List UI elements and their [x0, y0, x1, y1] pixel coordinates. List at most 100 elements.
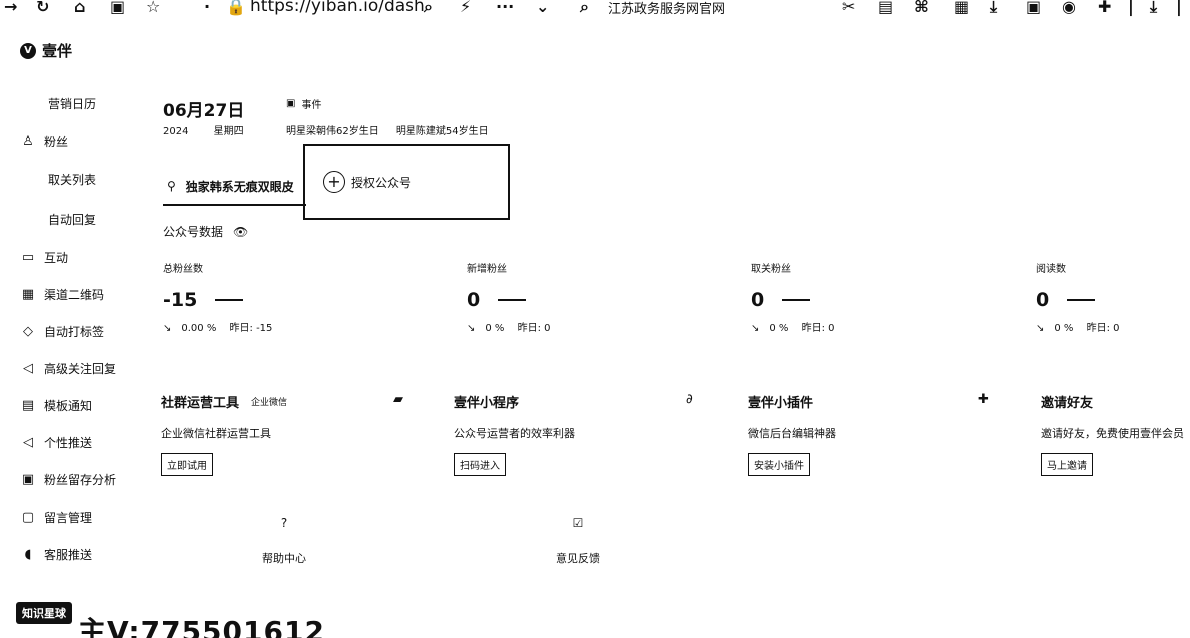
sidebar-item-advanced-reply[interactable]: ◁ 高级关注回复	[0, 353, 116, 383]
shield-icon[interactable]: ◉	[1062, 0, 1076, 16]
sidebar-item-retention-analysis[interactable]: ▣ 粉丝留存分析	[0, 464, 116, 494]
sidebar-item-label: 自动回复	[48, 212, 97, 227]
lock-icon[interactable]: 🔒	[226, 0, 246, 16]
sidebar-item-template-notice[interactable]: ▤ 模板通知	[0, 390, 92, 420]
scissors-icon[interactable]: ✂	[842, 0, 855, 16]
tool-community: 社群运营工具 企业微信 ▰ 企业微信社群运营工具 立即试用	[161, 392, 411, 476]
screenshot-icon[interactable]: ▣	[1026, 0, 1041, 16]
event-item[interactable]: 明星梁朝伟62岁生日	[286, 126, 379, 137]
stat-value-text: -15	[163, 289, 198, 311]
trend-line	[782, 299, 811, 301]
stat-label: 总粉丝数	[163, 264, 203, 275]
trend-line	[215, 299, 244, 301]
trend-line	[498, 299, 527, 301]
help-center-link[interactable]: ? 帮助中心	[262, 516, 306, 566]
stat-value-text: 0	[751, 289, 765, 311]
watermark: 知识星球 主V:775501612	[16, 602, 325, 638]
star-icon[interactable]: ☆	[146, 0, 160, 16]
tool-invite: 邀请好友 邀请好友，免费使用壹伴会员 马上邀请	[1041, 392, 1190, 476]
tool-desc: 邀请好友，免费使用壹伴会员	[1041, 427, 1184, 440]
stat-value: 0	[467, 289, 707, 311]
reader-icon[interactable]: ▤	[878, 0, 893, 16]
sidebar-item-auto-tag[interactable]: ◇ 自动打标签	[0, 316, 104, 346]
lightning-icon[interactable]: ⚡	[460, 0, 471, 16]
events-header: ▣ 事件	[286, 96, 321, 111]
invite-now-button[interactable]: 马上邀请	[1041, 453, 1093, 476]
download-icon[interactable]: ⤓	[990, 0, 997, 16]
sidebar-item-label: 自动打标签	[44, 324, 105, 339]
trend-down-icon: ↘	[163, 323, 172, 334]
search-icon: ⌕	[580, 0, 589, 16]
eye-icon[interactable]: 👁	[233, 225, 248, 239]
more-icon[interactable]: ···	[496, 0, 514, 16]
stat-yesterday: 昨日: 0	[801, 323, 835, 334]
app-logo[interactable]: V 壹伴	[20, 40, 72, 61]
sidebar-item-fans[interactable]: ♙ 粉丝	[0, 126, 68, 156]
stat-label: 取关粉丝	[751, 264, 791, 275]
stat-rate: 0 %	[1054, 323, 1074, 334]
feedback-link[interactable]: ☑ 意见反馈	[556, 516, 600, 566]
stat-yesterday: 昨日: 0	[1086, 323, 1120, 334]
sidebar-item-interaction[interactable]: ▭ 互动	[0, 242, 68, 272]
sidebar-item-comment-manage[interactable]: ▢ 留言管理	[0, 502, 92, 532]
chat-bubble-icon: ▰	[393, 392, 403, 407]
sidebar-item-channel-qrcode[interactable]: ▦ 渠道二维码	[0, 279, 104, 309]
sidebar-item-label: 留言管理	[44, 510, 93, 525]
scan-enter-button[interactable]: 扫码进入	[454, 453, 506, 476]
watermark-text: 主V:775501612	[78, 615, 325, 638]
sidebar-item-label: 互动	[44, 250, 69, 265]
stat-trend: ↘ 0 % 昨日: 0	[467, 319, 707, 334]
sidebar-item-marketing-calendar[interactable]: 营销日历	[0, 88, 96, 118]
stat-value: -15	[163, 289, 403, 311]
tool-head: 壹伴小程序	[454, 392, 704, 411]
authorize-account-button[interactable]: + 授权公众号	[303, 144, 510, 220]
stat-label: 阅读数	[1036, 264, 1066, 275]
extension-icon[interactable]: ✚	[1098, 0, 1111, 16]
headset-icon: ◖	[24, 546, 32, 562]
chevron-down-icon[interactable]: ⌄	[536, 0, 549, 16]
watermark-badge: 知识星球	[16, 602, 72, 624]
zoom-icon[interactable]: ⌕	[424, 0, 433, 16]
sidebar-item-unfollow-list[interactable]: 取关列表	[0, 164, 96, 194]
tool-plugin: 壹伴小插件 ✚ 微信后台编辑神器 安装小插件	[748, 392, 998, 476]
section-title-text: 公众号数据	[163, 225, 224, 239]
sidebar-item-label: 粉丝	[44, 134, 69, 149]
events-label: 事件	[301, 100, 322, 111]
url-bar[interactable]: https://yiban.io/dash	[250, 0, 425, 16]
tool-desc: 微信后台编辑神器	[748, 427, 836, 440]
bookmark-icon[interactable]: ▣	[110, 0, 125, 16]
template-icon: ▤	[21, 397, 35, 413]
calendar-icon: ▣	[286, 98, 296, 109]
stat-rate: 0 %	[769, 323, 789, 334]
try-now-button[interactable]: 立即试用	[161, 453, 213, 476]
home-icon[interactable]: ⌂	[74, 0, 85, 16]
tool-title: 邀请好友	[1041, 396, 1094, 411]
tool-title: 壹伴小插件	[748, 396, 814, 411]
extension-box-icon[interactable]: ▦	[954, 0, 969, 16]
install-plugin-button[interactable]: 安装小插件	[748, 453, 810, 476]
stat-value: 0	[1036, 289, 1186, 311]
stat-reads: 阅读数 0 ↘ 0 % 昨日: 0	[1036, 260, 1186, 334]
event-item[interactable]: 明星陈建斌54岁生日	[396, 126, 489, 137]
logo-icon: V	[20, 42, 36, 59]
reply-icon: ◁	[23, 360, 33, 376]
logo-text: 壹伴	[42, 42, 73, 60]
sidebar-item-service-push[interactable]: ◖ 客服推送	[0, 539, 92, 569]
account-tab[interactable]: ⚲ 独家韩系无痕双眼皮	[163, 168, 306, 206]
refresh-icon[interactable]: ↻	[36, 0, 49, 16]
sidebar-item-label: 模板通知	[44, 398, 93, 413]
sidebar-item-label: 个性推送	[44, 435, 93, 450]
sidebar-item-personal-push[interactable]: ◁ 个性推送	[0, 427, 92, 457]
stat-unfollow-fans: 取关粉丝 0 ↘ 0 % 昨日: 0	[751, 260, 991, 334]
search-hint[interactable]: 江苏政务服务网官网	[608, 0, 725, 17]
stat-value-text: 0	[467, 289, 481, 311]
stat-yesterday: 昨日: 0	[517, 323, 551, 334]
back-icon[interactable]: →	[4, 0, 17, 16]
translate-icon[interactable]: ⌘	[914, 0, 929, 16]
download-tray-icon[interactable]: ⤓	[1150, 0, 1157, 16]
stat-new-fans: 新增粉丝 0 ↘ 0 % 昨日: 0	[467, 260, 707, 334]
trend-down-icon: ↘	[1036, 323, 1045, 334]
browser-toolbar: → ↻ ⌂ ▣ ☆ · 🔒 https://yiban.io/dash ⌕ ⚡ …	[0, 0, 1190, 18]
sidebar-item-auto-reply[interactable]: 自动回复	[0, 204, 96, 234]
more-dots-icon: ·	[204, 0, 211, 16]
